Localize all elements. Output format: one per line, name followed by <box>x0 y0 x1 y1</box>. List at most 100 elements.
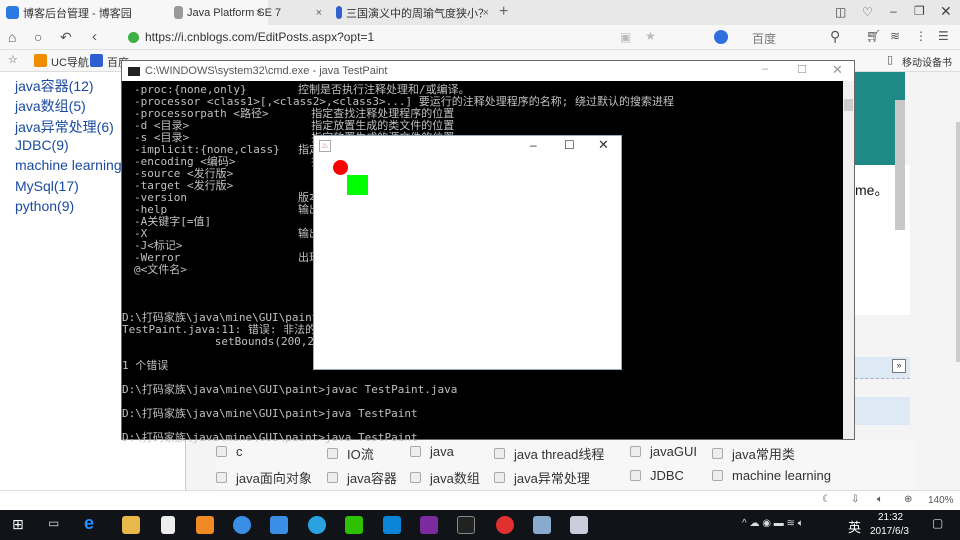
ime-indicator[interactable]: 英 <box>848 517 861 536</box>
night-mode-icon[interactable]: ☾ <box>822 494 831 505</box>
checkbox-java-thread[interactable]: java thread线程 <box>494 444 604 463</box>
frame-close-button[interactable]: ✕ <box>598 137 609 153</box>
sound-icon[interactable]: 🔈︎ <box>877 494 883 505</box>
browser-taskbar-icon[interactable] <box>496 516 514 534</box>
checkbox-java-common[interactable]: java常用类 <box>712 444 795 463</box>
cmd-maximize-button[interactable]: ☐ <box>797 63 807 76</box>
category-link[interactable]: machine learning <box>15 157 122 173</box>
cmd-minimize-button[interactable]: – <box>762 63 768 75</box>
search-icon[interactable]: ⚲ <box>830 28 840 45</box>
baidu-favicon-icon <box>336 6 342 19</box>
app-l-icon[interactable] <box>233 516 251 534</box>
app-icon[interactable] <box>533 516 551 534</box>
app-o-icon[interactable] <box>383 516 401 534</box>
java-icon: ♨ <box>319 140 331 152</box>
home-icon[interactable]: ⌂ <box>8 29 16 45</box>
tab-java-platform[interactable]: Java Platform SE 7 × <box>168 0 328 25</box>
more-icon[interactable]: ⋮ <box>915 29 927 43</box>
undo-icon[interactable]: ↶ <box>60 29 72 46</box>
close-window-button[interactable]: ✕ <box>940 3 952 20</box>
edge-icon[interactable]: e <box>84 513 94 534</box>
clock-time[interactable]: 21:32 <box>878 512 903 523</box>
cmd-scrollbar[interactable] <box>843 81 854 439</box>
tab-label: 博客后台管理 - 博客园 <box>23 7 132 20</box>
green-square <box>347 175 368 195</box>
cmd-title-bar[interactable]: C:\WINDOWS\system32\cmd.exe - java TestP… <box>122 61 854 81</box>
terminal-line: D:\打码家族\java\mine\GUI\paint>java TestPai… <box>122 431 418 444</box>
category-link[interactable]: MySql(17) <box>15 178 79 194</box>
onenote-icon[interactable] <box>420 516 438 534</box>
store-icon[interactable] <box>161 516 175 534</box>
terminal-line: 1 个错误 <box>122 359 169 372</box>
frame-maximize-button[interactable]: ☐ <box>564 138 575 152</box>
checkbox-machine-learning[interactable]: machine learning <box>712 468 831 483</box>
explorer-icon[interactable] <box>122 516 140 534</box>
category-link[interactable]: java容器(12) <box>15 76 94 96</box>
tray-icons[interactable]: ^ ☁ ◉ ▬ ≋ 🔈︎ <box>742 518 804 529</box>
checkbox-java-array[interactable]: java数组 <box>410 468 480 487</box>
url-field[interactable]: https://i.cnblogs.com/EditPosts.aspx?opt… <box>145 30 374 44</box>
wechat-icon[interactable] <box>345 516 363 534</box>
checkbox-java[interactable]: java <box>410 444 454 459</box>
star-bookmark-icon[interactable]: ☆ <box>8 53 18 66</box>
task-view-icon[interactable]: ▭ <box>48 516 59 530</box>
mobile-icon: ▯ <box>887 54 894 66</box>
star-icon[interactable]: ★ <box>645 29 656 43</box>
cnblogs-favicon-icon <box>6 6 19 19</box>
skin-icon[interactable]: ♡ <box>862 5 873 19</box>
checkbox-java-exception[interactable]: java异常处理 <box>494 468 590 487</box>
sidebar-toggle-icon[interactable]: ◫ <box>835 5 846 19</box>
cmd-taskbar-icon[interactable] <box>457 516 475 534</box>
checkbox-java-oop[interactable]: java面向对象 <box>216 468 312 487</box>
wifi-icon[interactable]: ≋ <box>890 29 900 43</box>
feather-icon[interactable] <box>270 516 288 534</box>
panel-bar <box>855 397 910 425</box>
bookmark-uc[interactable]: UC导航 <box>51 54 89 70</box>
zoom-icon[interactable]: ⊕ <box>904 494 912 505</box>
search-engine-input[interactable]: 百度 <box>752 30 776 47</box>
zoom-level[interactable]: 140% <box>928 495 954 506</box>
status-bar: ☾ ⇩ 🔈︎ ⊕ 140% <box>0 490 960 510</box>
frame-minimize-button[interactable]: – <box>530 138 537 152</box>
category-link[interactable]: python(9) <box>15 198 74 214</box>
refresh-icon[interactable]: ○ <box>34 29 42 45</box>
app-k-icon[interactable] <box>308 516 326 534</box>
page-scrollbar[interactable] <box>956 122 960 362</box>
close-tab-icon[interactable]: × <box>482 6 489 19</box>
terminal-line: D:\打码家族\java\mine\GUI\paint>java TestPai… <box>122 407 418 420</box>
checkbox-io[interactable]: IO流 <box>327 444 374 463</box>
close-tab-icon[interactable]: × <box>316 7 322 19</box>
terminal-line: setBounds(200,20 <box>122 335 321 348</box>
menu-icon[interactable]: ☰ <box>938 29 949 43</box>
cmd-close-button[interactable]: ✕ <box>832 62 843 78</box>
cmd-title: C:\WINDOWS\system32\cmd.exe - java TestP… <box>145 65 388 77</box>
taskbar: ⊞ ▭ e ^ ☁ ◉ ▬ ≋ 🔈︎ 英 21:32 2017/6/3 ▢ <box>0 510 960 540</box>
checkbox-java-container[interactable]: java容器 <box>327 468 397 487</box>
notification-icon[interactable]: ▢ <box>932 516 943 530</box>
checkbox-jdbc[interactable]: JDBC <box>630 468 684 483</box>
cmd-icon <box>128 66 140 76</box>
tab-sanguo[interactable]: 三国演义中的周瑜气度狭小？ × <box>330 0 495 25</box>
java-testpaint-window[interactable]: ♨ – ☐ ✕ <box>313 135 622 370</box>
maximize-button[interactable]: ❐ <box>914 4 925 18</box>
category-link[interactable]: JDBC(9) <box>15 137 69 153</box>
baidu-bookmark-icon <box>90 54 103 67</box>
new-tab-button[interactable]: + <box>499 3 508 21</box>
category-link[interactable]: java数组(5) <box>15 96 86 116</box>
cart-icon[interactable]: 🛒︎ <box>866 29 881 43</box>
category-link[interactable]: java异常处理(6) <box>15 117 114 137</box>
back-icon[interactable]: ‹ <box>92 28 97 45</box>
start-icon[interactable]: ⊞ <box>12 516 24 533</box>
uc-browser-icon[interactable] <box>196 516 214 534</box>
editor-scrollbar[interactable] <box>895 100 905 230</box>
minimize-button[interactable]: – <box>890 4 897 18</box>
reader-icon[interactable]: ▣ <box>620 30 631 44</box>
secure-icon <box>128 32 139 43</box>
expand-icon[interactable]: » <box>892 359 906 373</box>
baidu-icon[interactable] <box>714 30 728 44</box>
clock-date[interactable]: 2017/6/3 <box>870 526 909 537</box>
download-icon[interactable]: ⇩ <box>851 494 859 505</box>
java-taskbar-icon[interactable] <box>570 516 588 534</box>
checkbox-javagui[interactable]: javaGUI <box>630 444 697 459</box>
checkbox-c[interactable]: c <box>216 444 243 459</box>
